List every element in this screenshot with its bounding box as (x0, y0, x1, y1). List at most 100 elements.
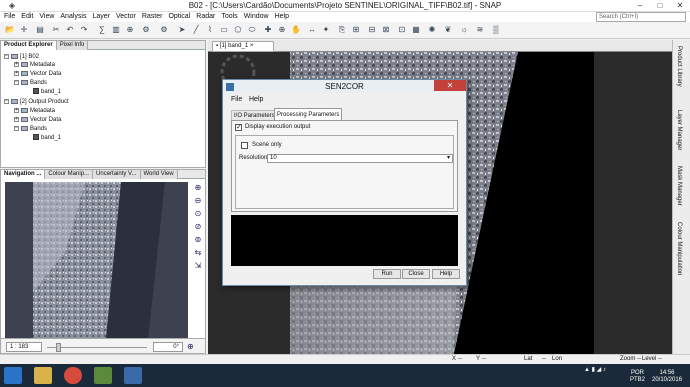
layer-manager-tab[interactable]: Layer Manager (676, 110, 682, 150)
zoom-all-icon[interactable]: ⊚ (193, 235, 203, 245)
menu-view[interactable]: View (36, 12, 57, 22)
zoom-default-icon[interactable]: ⊘ (193, 222, 203, 232)
menu-raster[interactable]: Raster (139, 12, 166, 22)
menu-vector[interactable]: Vector (113, 12, 139, 22)
tab-product-explorer[interactable]: Product Explorer (1, 41, 57, 50)
tree-metadata-1[interactable]: + Metadata (14, 61, 55, 69)
gcp-placemark-icon[interactable]: ⊕ (124, 24, 136, 36)
rotation-slider-track[interactable] (47, 347, 147, 348)
batch-icon[interactable]: ⚙ (158, 24, 170, 36)
tab-colour-manipulation[interactable]: Colour Manip... (45, 170, 94, 179)
sync-cursor-icon[interactable]: ⎘ (336, 24, 348, 36)
sync-views-icon[interactable]: ⇆ (193, 248, 203, 258)
tab-uncertainty[interactable]: Uncertainty V... (93, 170, 141, 179)
close-button[interactable]: Close (402, 269, 430, 279)
chrome-icon[interactable] (64, 367, 82, 384)
help-button[interactable]: Help (432, 269, 460, 279)
mask-manager-tab[interactable]: Mask Manager (676, 166, 682, 206)
menu-help[interactable]: Help (272, 12, 292, 22)
language-indicator[interactable]: POR PTB2 (630, 370, 645, 384)
menu-file[interactable]: File (0, 12, 18, 22)
rotation-help-icon[interactable]: ⊕ (187, 342, 197, 352)
menu-analysis[interactable]: Analysis (57, 12, 89, 22)
undo-icon[interactable]: ↶ (64, 24, 76, 36)
zoom-pixel-icon[interactable]: ⊙ (193, 209, 203, 219)
tree-band-1[interactable]: band_1 (33, 88, 61, 96)
app-icon[interactable] (94, 367, 112, 384)
gcp-tool-icon[interactable]: ✛ (18, 24, 30, 36)
sync-cursor-icon[interactable]: ⇲ (193, 261, 203, 271)
menu-tools[interactable]: Tools (218, 12, 240, 22)
menu-optical[interactable]: Optical (165, 12, 193, 22)
tray-icons[interactable]: ▲ ▮ ◢ ♪ (584, 366, 606, 373)
rectangle-icon[interactable]: ▭ (218, 24, 230, 36)
dialog-menu-file[interactable]: File (231, 96, 242, 103)
search-input[interactable]: Search (Ctrl+I) (596, 12, 686, 22)
polyline-icon[interactable]: ⌇ (204, 24, 216, 36)
save-icon[interactable]: ▤ (34, 24, 46, 36)
minimize-button[interactable]: – (630, 0, 650, 12)
product-library-tab[interactable]: Product Library (676, 46, 682, 87)
menu-radar[interactable]: Radar (193, 12, 218, 22)
tree-bands-2[interactable]: − Bands (14, 125, 47, 133)
histogram-icon[interactable]: ▥ (110, 24, 122, 36)
pan-icon[interactable]: ✋ (290, 24, 302, 36)
expand-icon[interactable]: + (14, 61, 19, 67)
display-output-checkbox[interactable]: ✓ (235, 124, 242, 131)
leaf-icon[interactable]: ❦ (442, 24, 454, 36)
tree-product-2[interactable]: − [2] Output Product (4, 98, 69, 106)
sync-views-icon[interactable]: ⊞ (350, 24, 362, 36)
tree-band-2[interactable]: band_1 (33, 134, 61, 142)
colour-manipulation-tab[interactable]: Colour Manipulation (676, 222, 682, 275)
time-series-icon[interactable]: ▒ (490, 24, 502, 36)
zoom-out-icon[interactable]: ⊖ (193, 196, 203, 206)
tab-navigation[interactable]: Navigation ... (1, 170, 46, 179)
close-window-button[interactable]: ✕ (670, 0, 690, 12)
tab-processing-parameters[interactable]: Processing Parameters (274, 108, 343, 120)
expand-icon[interactable]: + (14, 116, 19, 122)
collapse-icon[interactable]: − (4, 53, 9, 59)
tile-window-icon[interactable]: ⊡ (396, 24, 408, 36)
satellite-icon[interactable]: ✺ (426, 24, 438, 36)
dialog-close-button[interactable]: ✕ (434, 80, 466, 91)
tab-close-icon[interactable]: × (248, 43, 254, 49)
menu-edit[interactable]: Edit (18, 12, 36, 22)
ellipse-icon[interactable]: ⬭ (246, 24, 258, 36)
world-map-icon[interactable]: ⊟ (366, 24, 378, 36)
file-explorer-icon[interactable] (34, 367, 52, 384)
collapse-icon[interactable]: − (14, 125, 19, 131)
layers-icon[interactable]: ≋ (474, 24, 486, 36)
tree-vector-1[interactable]: + Vector Data (14, 70, 61, 78)
scale-input[interactable]: 1 : 183 (6, 342, 42, 352)
rotation-input[interactable]: 0° (153, 342, 183, 352)
draw-line-icon[interactable]: ╱ (190, 24, 202, 36)
run-button[interactable]: Run (373, 269, 401, 279)
tree-vector-2[interactable]: + Vector Data (14, 116, 61, 124)
radar-icon[interactable]: ☼ (458, 24, 470, 36)
resolution-select[interactable]: 10 ▾ (267, 154, 453, 163)
collapse-icon[interactable]: − (14, 79, 19, 85)
zoom-in-icon[interactable]: ⊕ (193, 183, 203, 193)
menu-window[interactable]: Window (241, 12, 272, 22)
cut-icon[interactable]: ✂ (50, 24, 62, 36)
polygon-icon[interactable]: ⬠ (232, 24, 244, 36)
navigation-thumbnail[interactable] (5, 182, 188, 349)
maximize-button[interactable]: □ (650, 0, 670, 12)
select-tool-icon[interactable]: ➤ (176, 24, 188, 36)
expand-icon[interactable]: + (14, 70, 19, 76)
menu-layer[interactable]: Layer (89, 12, 113, 22)
execution-output-console[interactable] (231, 215, 458, 266)
tab-world-view[interactable]: World View (140, 170, 178, 179)
tree-metadata-2[interactable]: + Metadata (14, 107, 55, 115)
zoom-in-tool-icon[interactable]: ⊕ (276, 24, 288, 36)
tab-band-view[interactable]: ▪ [1] band_1 × (212, 41, 274, 52)
expand-icon[interactable]: + (14, 107, 19, 113)
open-product-icon[interactable]: 📂 (4, 24, 16, 36)
graph-builder-icon[interactable]: ⚙ (140, 24, 152, 36)
snap-icon[interactable] (124, 367, 142, 384)
pin-icon[interactable]: ✚ (262, 24, 274, 36)
statistics-icon[interactable]: ⊠ (380, 24, 392, 36)
tab-io-parameters[interactable]: I/O Parameters (231, 110, 278, 120)
magic-wand-icon[interactable]: ✦ (320, 24, 332, 36)
clock[interactable]: 14:56 20/10/2016 (652, 370, 682, 384)
